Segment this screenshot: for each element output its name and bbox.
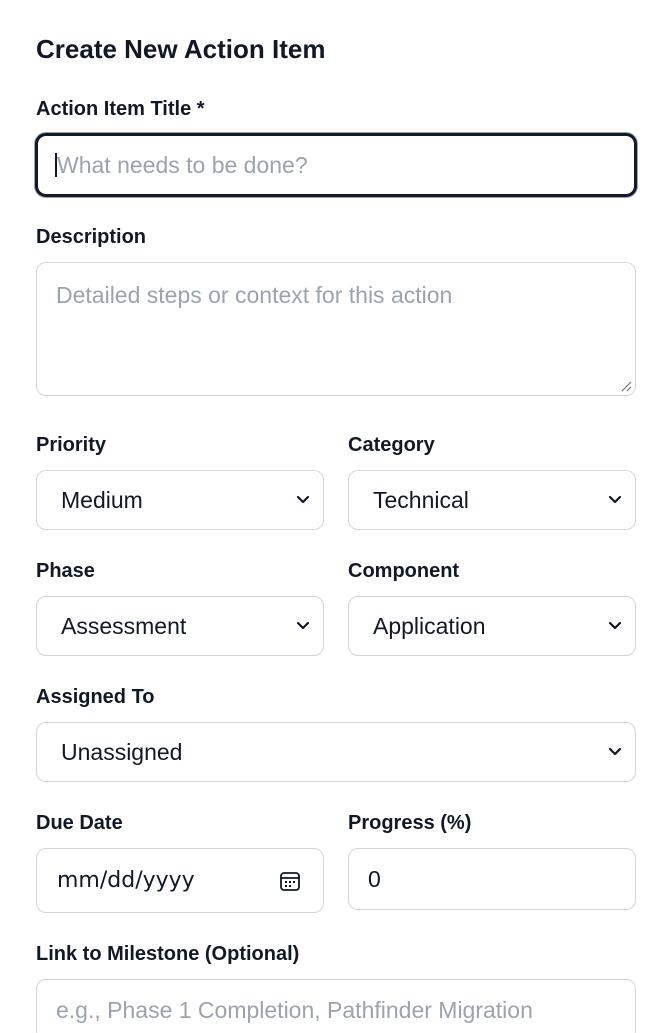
chevron-down-icon: [607, 492, 623, 508]
chevron-down-icon: [295, 492, 311, 508]
progress-value: 0: [368, 866, 381, 892]
due-date-input[interactable]: mm/dd/yyyy: [36, 848, 324, 913]
assigned-to-value: Unassigned: [61, 739, 183, 765]
title-input[interactable]: What needs to be done?: [35, 133, 637, 197]
chevron-down-icon: [607, 744, 623, 760]
title-label: Action Item Title *: [36, 98, 205, 120]
resize-handle-icon[interactable]: [620, 380, 632, 392]
description-textarea[interactable]: Detailed steps or context for this actio…: [36, 262, 636, 396]
component-select[interactable]: Application: [348, 596, 636, 656]
category-label: Category: [348, 434, 435, 456]
priority-label: Priority: [36, 434, 107, 456]
milestone-label: Link to Milestone (Optional): [36, 943, 300, 965]
due-date-label: Due Date: [36, 812, 123, 834]
component-value: Application: [373, 613, 486, 639]
milestone-placeholder: e.g., Phase 1 Completion, Pathfinder Mig…: [56, 997, 533, 1023]
milestone-input[interactable]: e.g., Phase 1 Completion, Pathfinder Mig…: [36, 979, 636, 1033]
due-date-placeholder: mm/dd/yyyy: [57, 867, 195, 893]
priority-value: Medium: [61, 487, 143, 513]
title-placeholder: What needs to be done?: [57, 152, 308, 178]
phase-label: Phase: [36, 560, 95, 582]
description-placeholder: Detailed steps or context for this actio…: [56, 282, 453, 308]
phase-value: Assessment: [61, 613, 187, 639]
chevron-down-icon: [607, 618, 623, 634]
phase-select[interactable]: Assessment: [36, 596, 324, 656]
chevron-down-icon: [295, 618, 311, 634]
description-label: Description: [36, 226, 147, 248]
assigned-to-label: Assigned To: [36, 686, 155, 708]
form-title: Create New Action Item: [36, 34, 326, 64]
category-select[interactable]: Technical: [348, 470, 636, 530]
progress-input[interactable]: 0: [348, 848, 636, 910]
calendar-icon[interactable]: [279, 870, 301, 892]
priority-select[interactable]: Medium: [36, 470, 324, 530]
assigned-to-select[interactable]: Unassigned: [36, 722, 636, 782]
component-label: Component: [348, 560, 460, 582]
create-action-item-form: Create New Action Item Action Item Title…: [0, 0, 669, 1033]
category-value: Technical: [373, 487, 469, 513]
progress-label: Progress (%): [348, 812, 472, 834]
